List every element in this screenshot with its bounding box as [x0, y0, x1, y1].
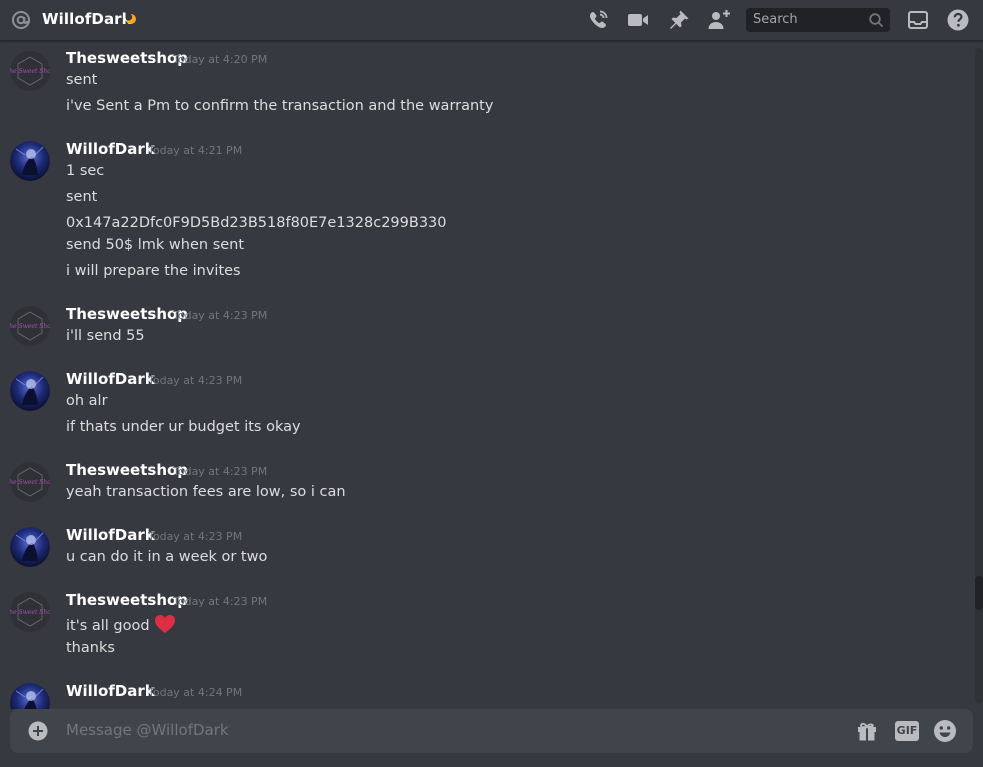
channel-header: WillofDark Search	[0, 0, 983, 41]
author-name[interactable]: Thesweetshop	[66, 591, 188, 609]
message-text: u can do it in a week or two	[66, 549, 268, 565]
message-text: i've Sent a Pm to confirm the transactio…	[66, 98, 494, 114]
search-icon	[869, 13, 884, 28]
start-video-call-icon[interactable]	[626, 8, 650, 32]
gif-label: GIF	[896, 724, 918, 737]
message-timestamp: Today at 4:21 PM	[148, 144, 243, 157]
willofdark-avatar[interactable]	[10, 371, 50, 411]
message-timestamp: Today at 4:23 PM	[173, 595, 268, 608]
author-name[interactable]: WillofDark	[66, 526, 155, 544]
willofdark-avatar[interactable]	[10, 683, 50, 709]
svg-text:The Sweet Shop: The Sweet Shop	[10, 323, 50, 330]
thesweetshop-avatar[interactable]: The Sweet Shop	[10, 306, 50, 346]
willofdark-avatar[interactable]	[10, 141, 50, 181]
willofdark-avatar[interactable]	[10, 527, 50, 567]
message-text: i will prepare the invites	[66, 263, 241, 279]
start-voice-call-icon[interactable]	[586, 8, 610, 32]
message-timestamp: Today at 4:23 PM	[148, 530, 243, 543]
message-text: 1 sec	[66, 163, 105, 179]
author-name[interactable]: Thesweetshop	[66, 305, 188, 323]
emoji-picker-icon[interactable]	[933, 719, 957, 743]
thesweetshop-avatar[interactable]: The Sweet Shop	[10, 51, 50, 91]
message-text: i'll send 55	[66, 328, 145, 344]
search-placeholder: Search	[753, 12, 798, 27]
message-timestamp: Today at 4:20 PM	[173, 53, 268, 66]
at-sign-icon	[12, 11, 30, 29]
message-text: if thats under ur budget its okay	[66, 419, 301, 435]
message-text: 0x147a22Dfc0F9D5Bd23B518f80E7e1328c299B3…	[66, 215, 447, 231]
message-text: thanks	[66, 640, 115, 656]
heart-emoji[interactable]	[154, 614, 176, 634]
gift-icon[interactable]	[855, 719, 879, 743]
author-name[interactable]: WillofDark	[66, 370, 155, 388]
author-name[interactable]: WillofDark	[66, 140, 155, 158]
gif-button[interactable]: GIF	[894, 719, 920, 743]
message-timestamp: Today at 4:23 PM	[173, 465, 268, 478]
inbox-icon[interactable]	[906, 8, 930, 32]
message-list[interactable]: The Sweet Shop Thesweetshop Today at 4:2…	[0, 41, 975, 709]
scrollbar-thumb[interactable]	[975, 576, 983, 610]
author-name[interactable]: Thesweetshop	[66, 461, 188, 479]
message-text: send 50$ lmk when sent	[66, 237, 245, 253]
search-box[interactable]: Search	[746, 8, 890, 32]
help-icon[interactable]	[946, 8, 970, 32]
author-name[interactable]: WillofDark	[66, 682, 155, 700]
thesweetshop-avatar[interactable]: The Sweet Shop	[10, 462, 50, 502]
svg-text:The Sweet Shop: The Sweet Shop	[10, 609, 50, 616]
message-timestamp: Today at 4:23 PM	[148, 374, 243, 387]
dm-title: WillofDark	[42, 10, 132, 28]
message-timestamp: Today at 4:23 PM	[173, 309, 268, 322]
message-text: sent	[66, 189, 98, 205]
add-friends-to-dm-icon[interactable]	[707, 8, 731, 32]
message-text: yeah transaction fees are low, so i can	[66, 484, 346, 500]
message-text-with-emoji: it's all good	[66, 614, 176, 634]
thesweetshop-avatar[interactable]: The Sweet Shop	[10, 592, 50, 632]
message-text: oh alr	[66, 393, 108, 409]
svg-text:The Sweet Shop: The Sweet Shop	[10, 68, 50, 75]
idle-status-icon	[126, 14, 136, 24]
message-composer[interactable]: Message @WillofDark GIF	[10, 709, 973, 753]
message-text: it's all good	[66, 618, 150, 634]
message-text: sent	[66, 72, 98, 88]
svg-text:The Sweet Shop: The Sweet Shop	[10, 479, 50, 486]
author-name[interactable]: Thesweetshop	[66, 49, 188, 67]
upload-plus-icon[interactable]	[28, 721, 48, 741]
message-input[interactable]: Message @WillofDark	[66, 721, 229, 739]
pinned-messages-icon[interactable]	[667, 8, 691, 32]
message-timestamp: Today at 4:24 PM	[148, 686, 243, 699]
